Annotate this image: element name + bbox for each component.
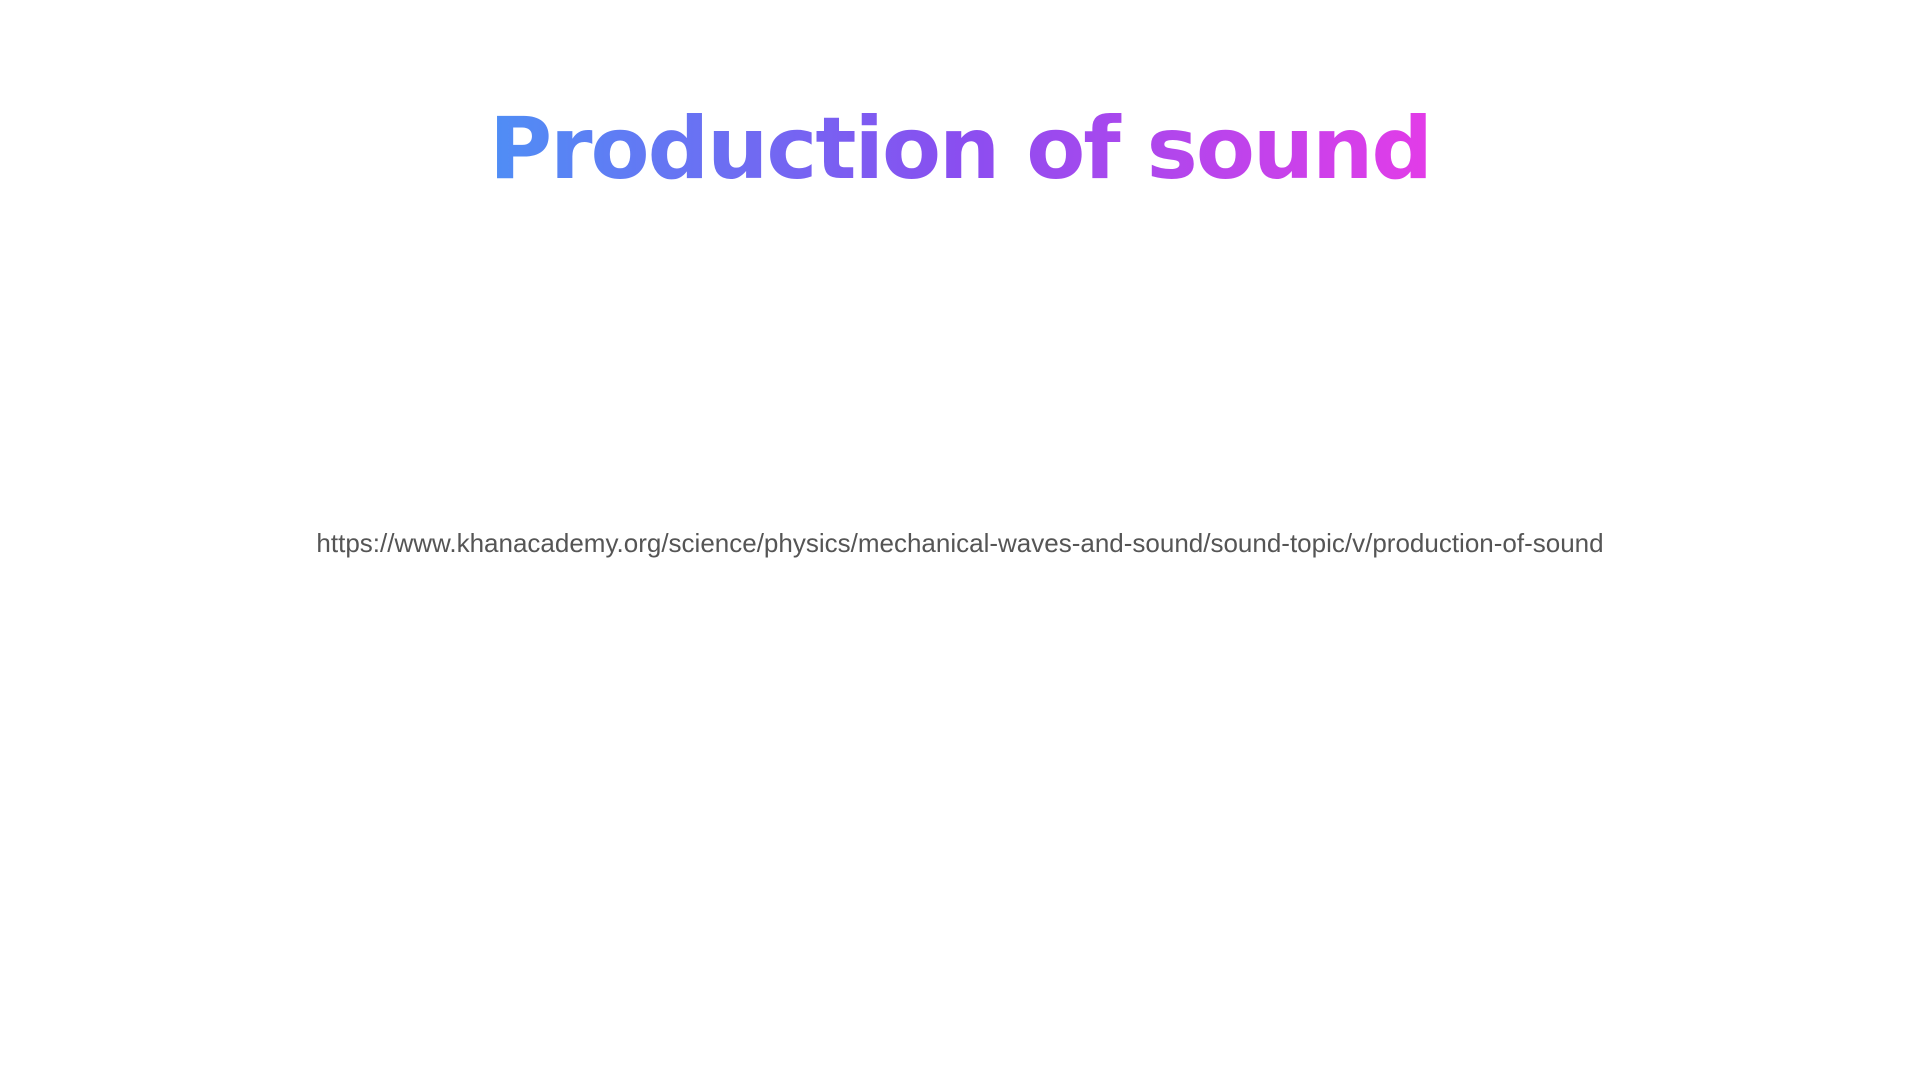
source-link[interactable]: https://www.khanacademy.org/science/phys…: [0, 528, 1920, 559]
slide: Production of sound https://www.khanacad…: [0, 0, 1920, 1080]
slide-title: Production of sound: [0, 98, 1920, 201]
slide-title-text: Production of sound: [489, 98, 1433, 201]
